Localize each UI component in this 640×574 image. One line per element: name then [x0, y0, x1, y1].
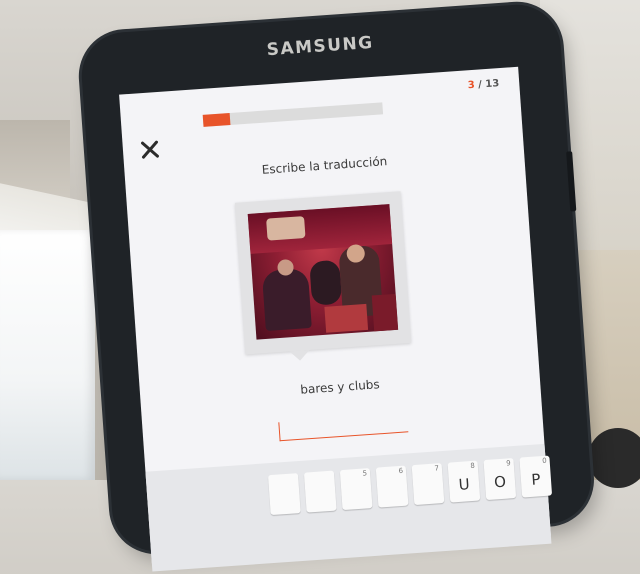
dark-object — [588, 428, 640, 488]
question-counter: 3 / 13 — [467, 78, 499, 91]
key-letter — [269, 487, 299, 489]
key-letter — [413, 477, 443, 479]
image-card — [234, 191, 412, 362]
brand-logo: SAMSUNG — [266, 32, 375, 61]
keyboard-key[interactable]: 0P — [519, 455, 553, 498]
phone: SAMSUNG 3 / 13 Escribe la traducción bar… — [78, 1, 594, 572]
translation-input[interactable] — [278, 413, 409, 442]
window — [0, 230, 95, 480]
key-number: 0 — [541, 456, 547, 466]
keyboard-key[interactable]: 6 — [375, 465, 409, 508]
key-number: 5 — [362, 469, 368, 478]
key-number: 8 — [470, 461, 476, 471]
progress-fill — [202, 112, 231, 127]
card-tail — [289, 350, 311, 362]
source-phrase: bares y clubs — [299, 377, 381, 397]
key-letter — [341, 482, 371, 484]
exercise-prompt: Escribe la traducción — [261, 154, 388, 177]
key-number: 9 — [506, 459, 512, 468]
key-letter: U — [458, 475, 471, 494]
keyboard-key[interactable] — [303, 470, 337, 513]
on-screen-keyboard: 5678U9O0P — [145, 443, 553, 572]
key-letter: O — [493, 472, 507, 492]
key-number: 7 — [434, 464, 440, 473]
keyboard-key[interactable]: 8U — [447, 460, 481, 503]
keyboard-key[interactable]: 7 — [411, 463, 445, 506]
keyboard-key[interactable]: 9O — [483, 458, 517, 501]
key-number: 6 — [398, 466, 404, 476]
screen: 3 / 13 Escribe la traducción bares y clu… — [119, 66, 553, 572]
bar-photo — [247, 204, 399, 340]
progress-bar — [202, 102, 384, 127]
keyboard-key[interactable]: 5 — [339, 468, 373, 511]
keyboard-key[interactable] — [267, 473, 301, 516]
counter-total: 13 — [484, 78, 500, 91]
key-letter — [305, 485, 335, 487]
close-icon[interactable] — [138, 138, 161, 161]
